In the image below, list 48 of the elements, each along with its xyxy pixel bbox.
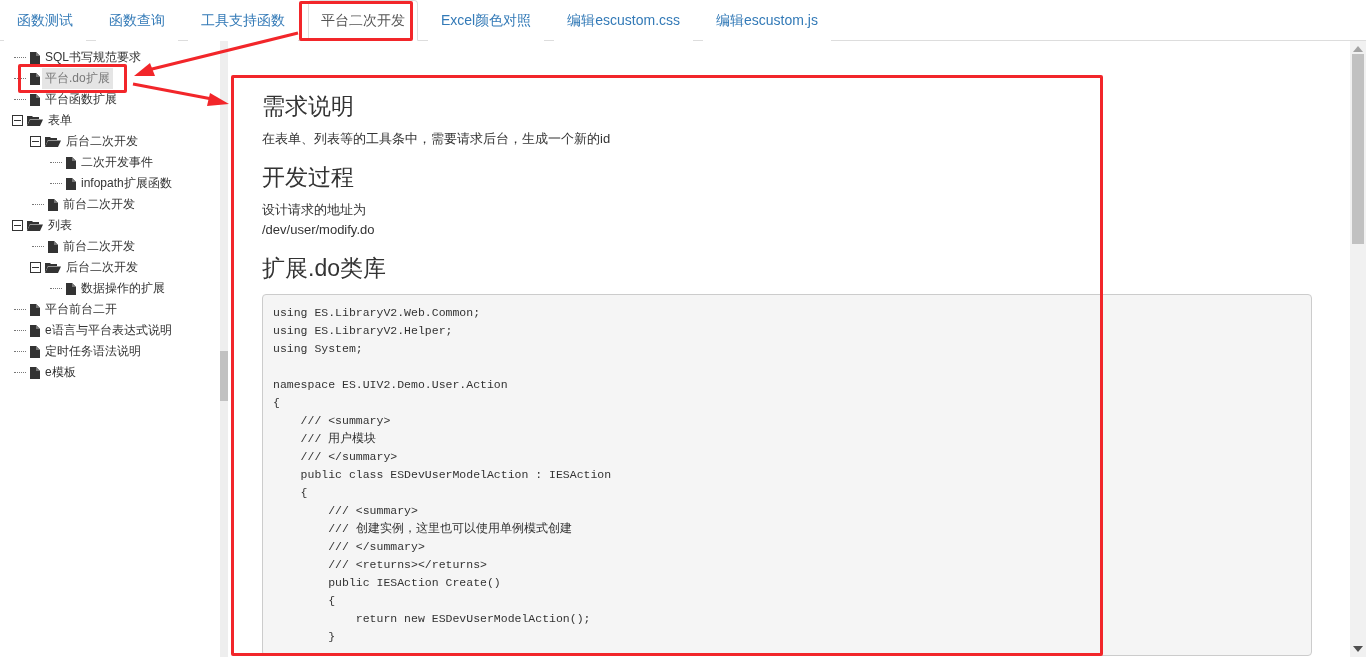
tree-item[interactable]: 二次开发事件 — [78, 152, 156, 173]
tree-item[interactable]: 定时任务语法说明 — [42, 341, 144, 362]
tree-item[interactable]: 后台二次开发 — [63, 131, 141, 152]
tree-item[interactable]: 前台二次开发 — [60, 236, 138, 257]
file-icon — [30, 345, 40, 358]
file-icon — [30, 93, 40, 106]
tree-item[interactable]: 前台二次开发 — [60, 194, 138, 215]
tree-item[interactable]: SQL书写规范要求 — [42, 47, 144, 68]
scrollbar-thumb[interactable] — [220, 351, 228, 401]
file-icon — [66, 177, 76, 190]
folder-icon — [27, 115, 43, 126]
collapse-toggle[interactable] — [29, 262, 41, 273]
file-icon — [30, 303, 40, 316]
file-icon — [30, 366, 40, 379]
tree-item[interactable]: 数据操作的扩展 — [78, 278, 168, 299]
code-block: using ES.LibraryV2.Web.Common; using ES.LibraryV2.Helper; using System; namespace ES.UIV2.Demo.User.Action { /// <summary> /// 用户模块 /// </summary> public class ESDevUserModelAction : IESAction { /// <summary> /// 创建实例，这里也可以使用单例模式创建 /// </summary> /// <returns></returns> public IESAction Create() { return new ESDevUserModelAction(); } — [262, 294, 1312, 656]
section-heading: 开发过程 — [262, 163, 355, 192]
paragraph: 在表单、列表等的工具条中，需要请求后台，生成一个新的id — [262, 132, 612, 146]
folder-icon — [45, 136, 61, 147]
file-icon — [30, 324, 40, 337]
file-icon — [30, 72, 40, 85]
tree-item[interactable]: e模板 — [42, 362, 79, 383]
tree-item[interactable]: 平台函数扩展 — [42, 89, 120, 110]
scroll-down-icon[interactable] — [1353, 646, 1363, 652]
file-icon — [66, 282, 76, 295]
collapse-toggle[interactable] — [29, 136, 41, 147]
collapse-toggle[interactable] — [11, 115, 23, 126]
folder-icon — [45, 262, 61, 273]
file-icon — [48, 240, 58, 253]
tree-item[interactable]: 后台二次开发 — [63, 257, 141, 278]
tree-item[interactable]: 表单 — [45, 110, 75, 131]
paragraph: /dev/user/modify.do — [262, 223, 376, 237]
section-heading: 扩展.do类库 — [262, 254, 387, 283]
scrollbar-thumb[interactable] — [1352, 54, 1364, 244]
file-icon — [48, 198, 58, 211]
tree-item[interactable]: 平台前台二开 — [42, 299, 120, 320]
sidebar-scrollbar[interactable] — [220, 41, 228, 657]
file-icon — [66, 156, 76, 169]
tree-item[interactable]: e语言与平台表达式说明 — [42, 320, 175, 341]
tree-item[interactable]: infopath扩展函数 — [78, 173, 175, 194]
tree-item[interactable]: 列表 — [45, 215, 75, 236]
page-scrollbar[interactable] — [1350, 41, 1366, 657]
collapse-toggle[interactable] — [11, 220, 23, 231]
folder-icon — [27, 220, 43, 231]
paragraph: 设计请求的地址为 — [262, 203, 367, 217]
section-heading: 需求说明 — [262, 92, 355, 121]
tree-item[interactable]: 平台.do扩展 — [42, 68, 113, 89]
file-icon — [30, 51, 40, 64]
